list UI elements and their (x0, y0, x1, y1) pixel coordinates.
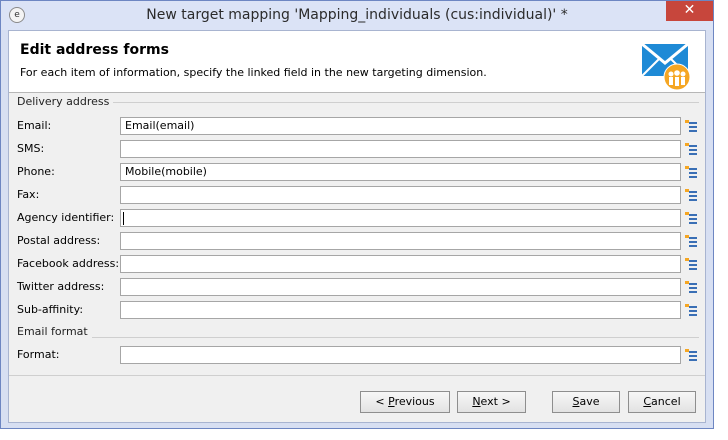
close-button[interactable]: ✕ (666, 1, 713, 21)
agency-identifier-label: Agency identifier: (17, 211, 115, 224)
field-picker-icon[interactable] (684, 142, 698, 156)
format-label: Format: (17, 348, 60, 361)
title-bar[interactable]: e New target mapping 'Mapping_individual… (1, 1, 713, 30)
phone-label: Phone: (17, 165, 55, 178)
sms-label: SMS: (17, 142, 45, 155)
format-field[interactable] (120, 346, 681, 364)
previous-button[interactable]: < Previous (360, 391, 450, 413)
dialog-window: e New target mapping 'Mapping_individual… (0, 0, 714, 429)
field-picker-icon[interactable] (684, 348, 698, 362)
fax-label: Fax: (17, 188, 40, 201)
postal-address-label: Postal address: (17, 234, 101, 247)
agency-identifier-field[interactable] (120, 209, 681, 227)
cancel-button[interactable]: Cancel (628, 391, 696, 413)
field-picker-icon[interactable] (684, 188, 698, 202)
field-picker-icon[interactable] (684, 211, 698, 225)
save-button[interactable]: Save (552, 391, 620, 413)
sms-field[interactable] (120, 140, 681, 158)
dialog-body: Edit address forms For each item of info… (8, 30, 706, 423)
field-picker-icon[interactable] (684, 119, 698, 133)
email-format-section-label: Email format (17, 325, 92, 338)
field-picker-icon[interactable] (684, 257, 698, 271)
field-picker-icon[interactable] (684, 280, 698, 294)
twitter-address-field[interactable] (120, 278, 681, 296)
phone-field[interactable]: Mobile(mobile) (120, 163, 681, 181)
next-button[interactable]: Next > (457, 391, 526, 413)
email-field[interactable]: Email(email) (120, 117, 681, 135)
wizard-header: Edit address forms For each item of info… (9, 31, 705, 93)
window-title: New target mapping 'Mapping_individuals … (146, 7, 568, 23)
postal-address-field[interactable] (120, 232, 681, 250)
twitter-address-label: Twitter address: (17, 280, 105, 293)
page-title: Edit address forms (20, 42, 169, 58)
section-divider (17, 102, 699, 103)
delivery-address-section-label: Delivery address (17, 95, 114, 108)
facebook-address-field[interactable] (120, 255, 681, 273)
page-description: For each item of information, specify th… (20, 66, 487, 79)
envelope-people-icon (641, 43, 691, 91)
section-divider (17, 337, 699, 338)
fax-field[interactable] (120, 186, 681, 204)
field-picker-icon[interactable] (684, 234, 698, 248)
email-label: Email: (17, 119, 52, 132)
sub-affinity-field[interactable] (120, 301, 681, 319)
facebook-address-label: Facebook address: (17, 257, 120, 270)
sub-affinity-label: Sub-affinity: (17, 303, 84, 316)
footer-divider (9, 375, 705, 376)
field-picker-icon[interactable] (684, 165, 698, 179)
field-picker-icon[interactable] (684, 303, 698, 317)
